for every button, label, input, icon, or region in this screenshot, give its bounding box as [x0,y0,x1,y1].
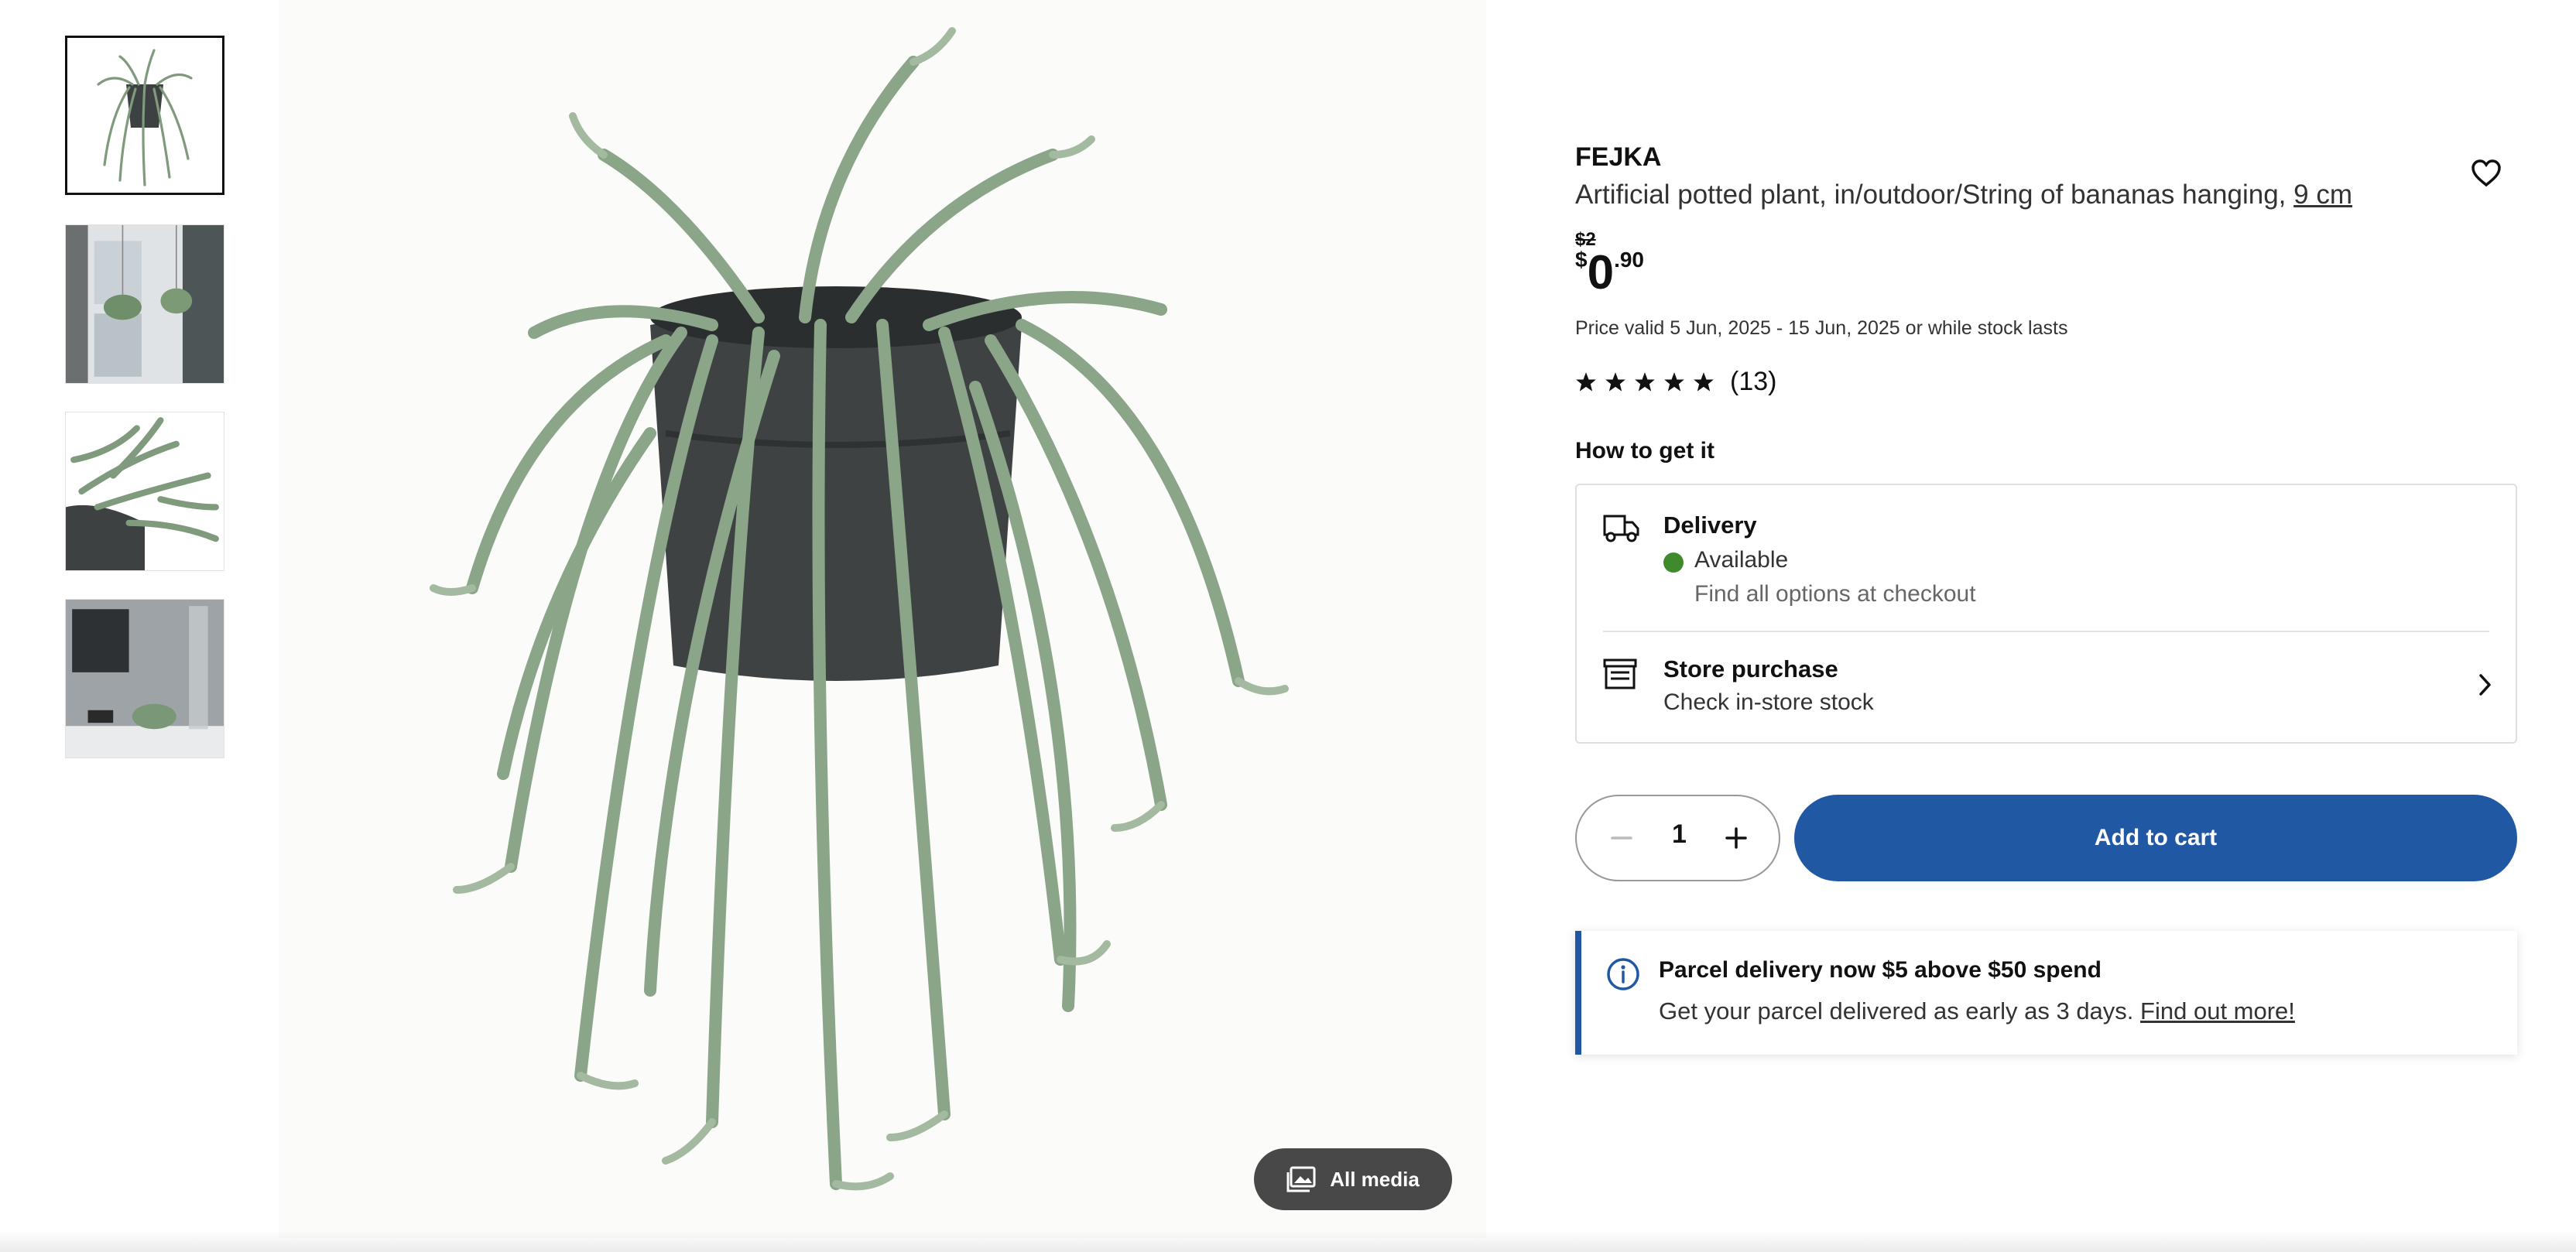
notice-text: Get your parcel delivered as early as 3 … [1659,997,2295,1025]
plant-illustration [279,0,1486,1238]
store-purchase-option[interactable]: Store purchase Check in-store stock [1577,632,2516,744]
product-size-link[interactable]: 9 cm [2293,180,2352,210]
thumbnail-closeup-image [66,412,224,570]
review-count: (13) [1730,367,1777,396]
thumbnail-window-hanging[interactable] [65,224,224,384]
rating-summary[interactable]: (13) [1575,367,1776,397]
star-icon [1694,371,1714,392]
parcel-delivery-notice: Parcel delivery now $5 above $50 spend G… [1575,931,2517,1055]
find-out-more-link[interactable]: Find out more! [2140,997,2295,1025]
notice-body: Get your parcel delivered as early as 3 … [1659,997,2134,1025]
thumbnail-shelf[interactable] [65,599,224,758]
star-icon [1635,371,1655,392]
gallery-icon [1286,1166,1316,1192]
thumbnail-plant-image [67,38,222,193]
page-bottom-shadow [0,1230,2576,1252]
quantity-value[interactable]: 1 [1654,819,1704,850]
thumbnail-shelf-image [66,600,224,758]
store-icon [1603,658,1637,689]
thumbnail-plant[interactable] [65,36,224,195]
star-icon [1664,371,1684,392]
price-decimal: .90 [1614,248,1644,272]
product-description-text: Artificial potted plant, in/outdoor/Stri… [1575,180,2287,210]
all-media-button[interactable]: All media [1254,1148,1452,1210]
star-icon [1576,371,1596,392]
increase-quantity-button[interactable] [1714,816,1758,860]
fulfilment-options: Delivery Available Find all options at c… [1575,484,2517,744]
thumbnail-closeup[interactable] [65,412,224,571]
delivery-note: Find all options at checkout [1694,581,1976,607]
product-brand: FEJKA [1575,142,1662,172]
decrease-quantity-button[interactable] [1600,816,1643,860]
price-validity: Price valid 5 Jun, 2025 - 15 Jun, 2025 o… [1575,317,2068,339]
star-icon [1605,371,1625,392]
availability-dot [1663,552,1684,573]
delivery-title: Delivery [1663,511,1757,539]
plus-icon [1725,827,1747,849]
add-to-cart-button[interactable]: Add to cart [1794,795,2517,881]
notice-title: Parcel delivery now $5 above $50 spend [1659,957,2102,983]
info-icon [1607,958,1639,990]
price-currency: $ [1575,248,1588,272]
current-price: $0.90 [1575,249,1644,297]
quantity-stepper: 1 [1575,795,1780,881]
product-description: Artificial potted plant, in/outdoor/Stri… [1575,180,2352,210]
store-purchase-title: Store purchase [1663,655,1838,682]
truck-icon [1603,515,1639,542]
store-purchase-note: Check in-store stock [1663,689,1874,715]
how-to-get-heading: How to get it [1575,438,1714,464]
delivery-status: Available [1694,547,1789,573]
chevron-right-icon [2479,674,2491,696]
minus-icon [1611,836,1632,840]
thumbnail-window-image [66,225,224,383]
heart-icon[interactable] [2471,159,2502,187]
price-integer: 0 [1587,246,1615,299]
all-media-label: All media [1330,1167,1420,1191]
product-main-image[interactable] [279,0,1486,1238]
